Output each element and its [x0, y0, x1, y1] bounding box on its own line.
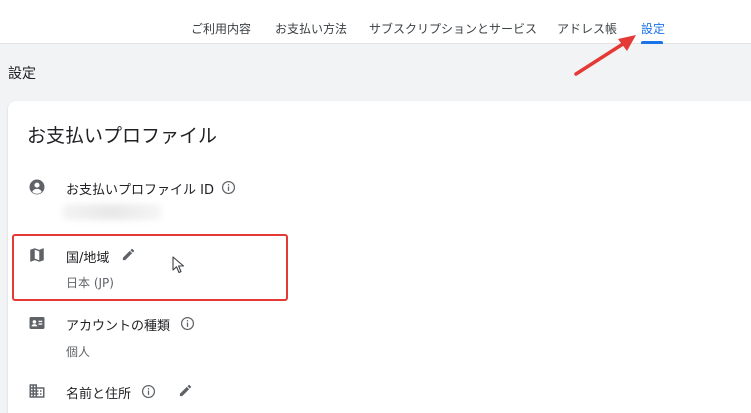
- info-icon[interactable]: [180, 316, 195, 331]
- badge-icon: [29, 317, 45, 329]
- page-title: 設定: [8, 66, 36, 82]
- account-type-value: 個人: [66, 345, 91, 359]
- annotation-highlight-box: [12, 234, 288, 301]
- tab-usage[interactable]: ご利用内容: [191, 0, 251, 44]
- business-icon: [29, 384, 45, 398]
- profile-id-value-redacted: [62, 204, 162, 220]
- active-tab-indicator: [641, 41, 663, 44]
- tab-settings[interactable]: 設定: [641, 0, 665, 44]
- profile-id-label: お支払いプロファイル ID: [66, 183, 214, 198]
- info-icon[interactable]: [221, 180, 236, 195]
- tab-payment-methods[interactable]: お支払い方法: [275, 0, 347, 44]
- account-type-label: アカウントの種類: [66, 319, 171, 334]
- tab-subscriptions-services[interactable]: サブスクリプションとサービス: [369, 0, 537, 44]
- mouse-pointer-icon: [172, 256, 185, 274]
- edit-pencil-icon[interactable]: [178, 383, 193, 398]
- card-title: お支払いプロファイル: [27, 125, 218, 147]
- account-circle-icon: [29, 179, 45, 195]
- annotation-arrow: [574, 35, 636, 76]
- name-address-label: 名前と住所: [66, 387, 132, 402]
- info-icon[interactable]: [141, 384, 156, 399]
